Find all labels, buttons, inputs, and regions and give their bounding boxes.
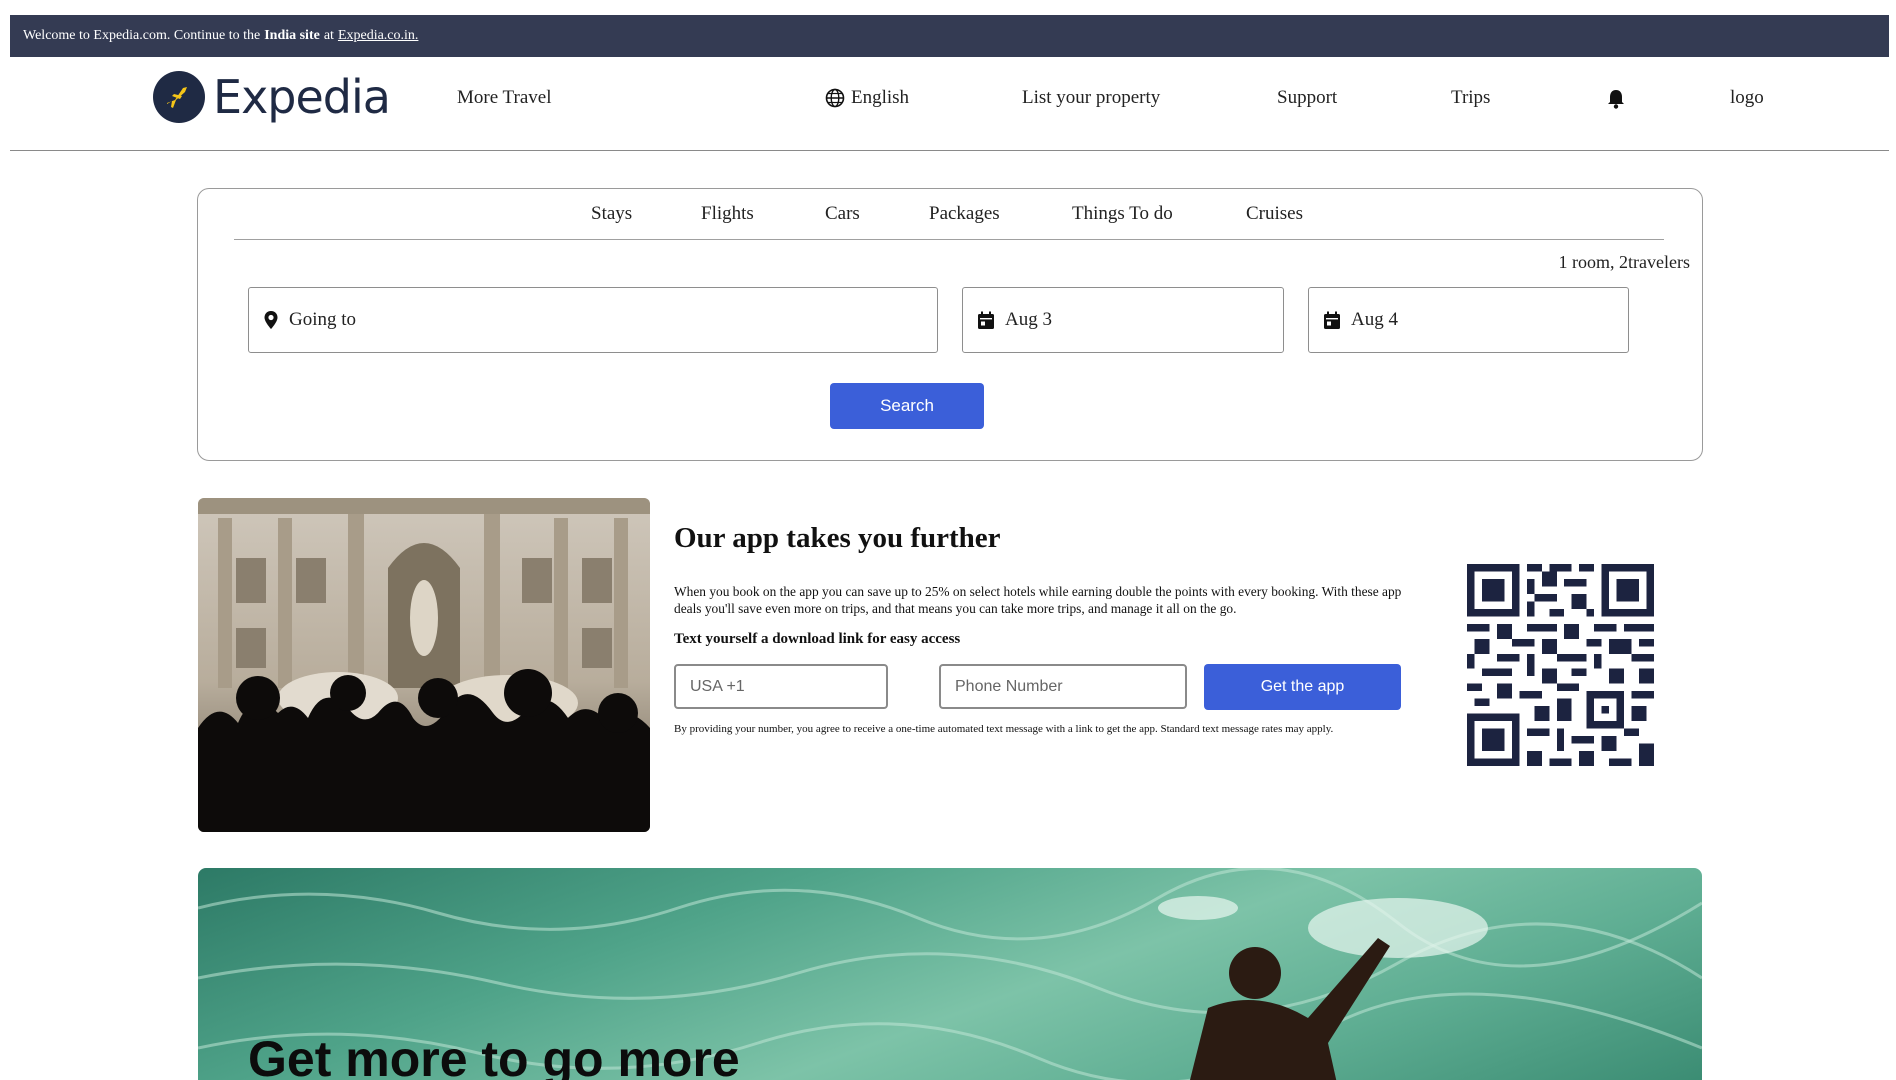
country-code-field[interactable] (674, 664, 888, 709)
qr-code-icon (1467, 563, 1654, 767)
welcome-banner: Welcome to Expedia.com. Continue to the … (10, 15, 1889, 57)
language-selector[interactable]: English (825, 87, 909, 109)
search-button[interactable]: Search (830, 383, 984, 429)
checkout-date-value: Aug 4 (1351, 309, 1398, 330)
list-property-link[interactable]: List your property (1022, 87, 1160, 109)
calendar-icon (1324, 311, 1340, 329)
bell-icon (1608, 90, 1624, 109)
search-panel: Stays Flights Cars Packages Things To do… (197, 188, 1703, 461)
trips-label: Trips (1451, 87, 1491, 108)
sms-disclaimer: By providing your number, you agree to r… (674, 723, 1334, 735)
language-label: English (851, 87, 910, 108)
hero-banner: Get more to go more (198, 868, 1702, 1080)
brand-name: Expedia (213, 70, 391, 124)
banner-mid-text: at (323, 28, 334, 43)
promo-title: Our app takes you further (674, 522, 1001, 554)
globe-icon (825, 88, 845, 108)
banner-country: India site (264, 28, 320, 43)
tab-stays[interactable]: Stays (591, 203, 632, 225)
checkout-date-field[interactable]: Aug 4 (1308, 287, 1629, 353)
more-travel-menu[interactable]: More Travel (457, 87, 551, 109)
logo-label: logo (1730, 87, 1764, 108)
destination-field[interactable]: Going to (248, 287, 938, 353)
phone-number-field[interactable] (939, 664, 1187, 709)
notifications-button[interactable] (1606, 88, 1632, 110)
trips-link[interactable]: Trips (1451, 87, 1490, 109)
hero-title: Get more to go more (248, 1031, 740, 1080)
tab-flights[interactable]: Flights (701, 203, 754, 225)
account-logo[interactable]: logo (1730, 87, 1764, 109)
trevi-fountain-image (198, 498, 650, 832)
support-label: Support (1277, 87, 1338, 108)
checkin-date-field[interactable]: Aug 3 (962, 287, 1284, 353)
more-travel-label: More Travel (457, 87, 552, 108)
calendar-icon (978, 311, 994, 329)
travelers-selector[interactable]: 1 room, 2travelers (1559, 252, 1690, 273)
destination-placeholder: Going to (289, 309, 357, 330)
site-header: Expedia More Travel English List your pr… (10, 57, 1889, 151)
location-pin-icon (264, 311, 278, 329)
tab-cruises[interactable]: Cruises (1246, 203, 1303, 225)
tab-things-to-do[interactable]: Things To do (1072, 203, 1173, 225)
tab-cars[interactable]: Cars (825, 203, 860, 225)
plane-icon (153, 71, 205, 123)
banner-text: Welcome to Expedia.com. Continue to the (23, 28, 261, 43)
checkin-date-value: Aug 3 (1005, 309, 1052, 330)
support-link[interactable]: Support (1277, 87, 1337, 109)
list-property-label: List your property (1022, 87, 1161, 108)
tab-packages[interactable]: Packages (929, 203, 1000, 225)
expedia-logo[interactable]: Expedia (153, 70, 391, 124)
search-tabs: Stays Flights Cars Packages Things To do… (234, 189, 1664, 240)
get-the-app-button[interactable]: Get the app (1204, 664, 1401, 710)
promo-subtitle: Text yourself a download link for easy a… (674, 631, 961, 647)
promo-description: When you book on the app you can save up… (674, 584, 1402, 616)
banner-site-link[interactable]: Expedia.co.in. (338, 28, 418, 44)
